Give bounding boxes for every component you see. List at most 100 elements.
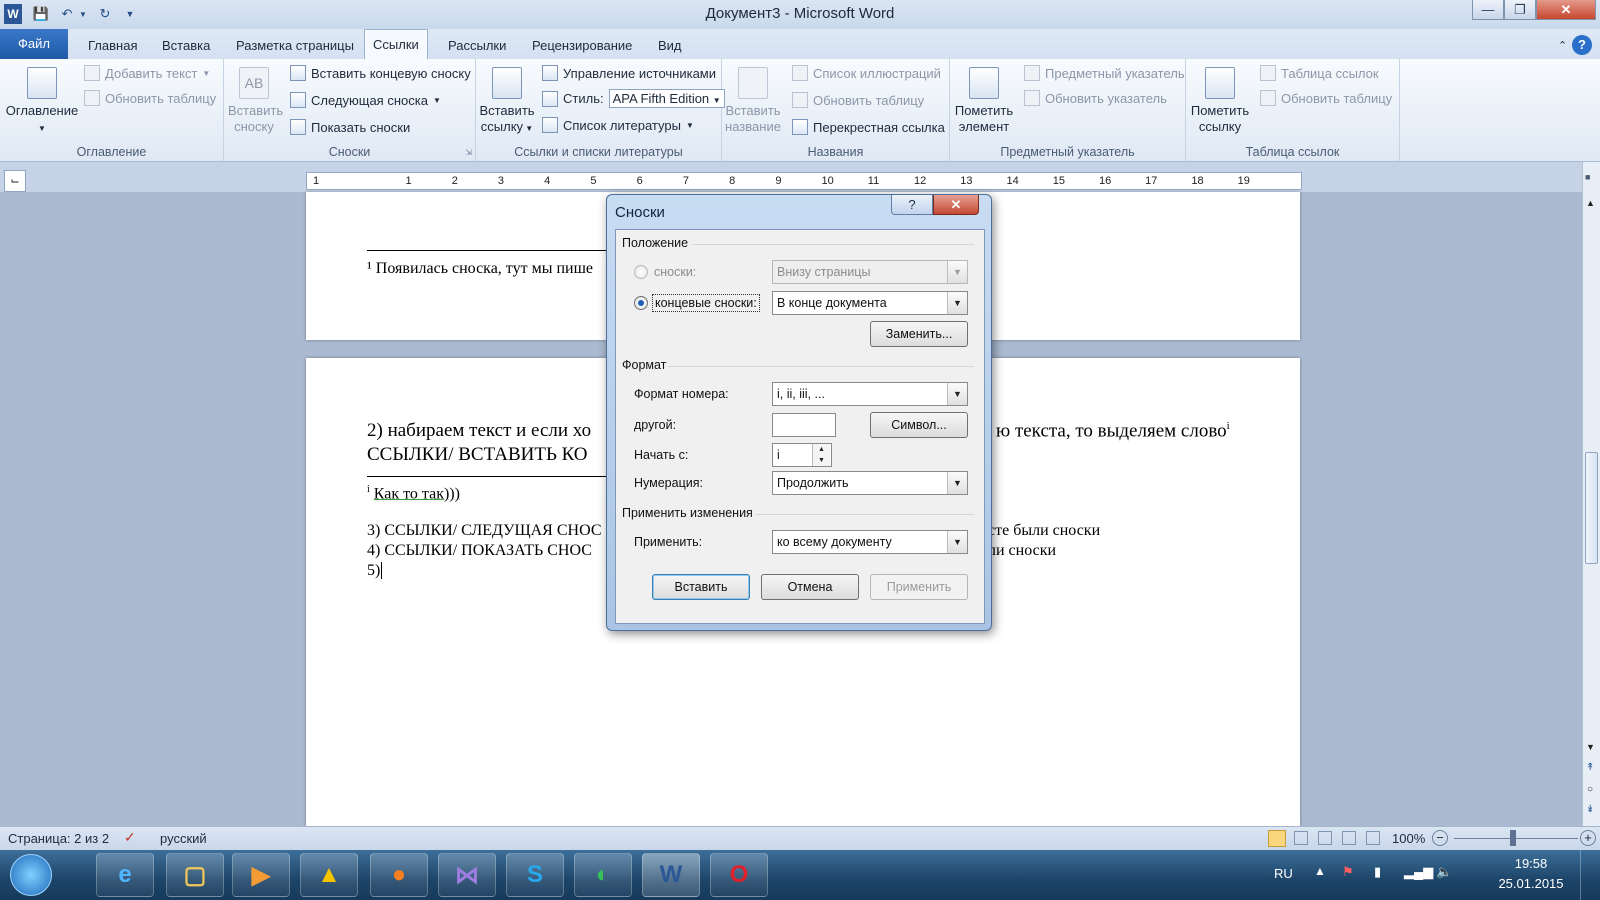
mark-citation-button[interactable]: Пометить ссылку (1190, 67, 1250, 135)
footnotes-radio[interactable] (634, 265, 648, 279)
doc-line-3[interactable]: ССЫЛКИ/ ВСТАВИТЬ КО (367, 444, 588, 466)
previous-page-icon[interactable]: ↟ (1586, 762, 1594, 773)
tab-file[interactable]: Файл (0, 29, 68, 59)
device-icon[interactable]: ▮ (1374, 864, 1381, 880)
word-taskbar-icon[interactable]: W (642, 853, 700, 897)
footnote-text[interactable]: ¹ Появилась сноска, тут мы пише (367, 260, 593, 278)
tab-review[interactable]: Рецензирование (524, 35, 640, 57)
tab-insert[interactable]: Вставка (154, 35, 218, 57)
input-language[interactable]: RU (1274, 866, 1293, 881)
statistics-app-icon[interactable]: ◐ (574, 853, 632, 897)
manage-sources-button[interactable]: Управление источниками (542, 65, 716, 81)
volume-icon[interactable]: 🔈 (1436, 864, 1452, 880)
update-figures-button[interactable]: Обновить таблицу (792, 92, 924, 108)
tab-view[interactable]: Вид (650, 35, 690, 57)
action-center-icon[interactable]: ⚑ (1342, 864, 1354, 880)
zoom-in-icon[interactable]: + (1580, 830, 1596, 846)
numbering-select[interactable]: Продолжить ▼ (772, 471, 968, 495)
update-toa-button[interactable]: Обновить таблицу (1260, 90, 1392, 106)
add-text-button[interactable]: Добавить текст ▼ (84, 65, 210, 81)
footnotes-dialog-launcher-icon[interactable]: ⇲ (465, 148, 472, 157)
insert-caption-button[interactable]: Вставить название (724, 67, 782, 135)
full-screen-view-icon[interactable] (1294, 831, 1308, 845)
doc-line-2a[interactable]: 2) набираем текст и если хо (367, 420, 591, 442)
style-dropdown[interactable]: APA Fifth Edition ▼ (608, 89, 725, 108)
footnotes-position-select[interactable]: Внизу страницы ▼ (772, 260, 968, 284)
doc-line-4a[interactable]: 3) ССЫЛКИ/ СЛЕДУЩАЯ СНОС (367, 522, 602, 540)
doc-line-6[interactable]: 5) (367, 562, 387, 580)
insert-citation-button[interactable]: Вставить ссылку ▼ (478, 67, 536, 137)
apply-button[interactable]: Применить (870, 574, 968, 600)
help-icon[interactable]: ? (1572, 35, 1592, 55)
language-indicator[interactable]: русский (160, 831, 207, 846)
skype-icon[interactable]: S (506, 853, 564, 897)
custom-mark-input[interactable] (772, 413, 836, 437)
web-layout-view-icon[interactable] (1318, 831, 1332, 845)
ruler-toggle-icon[interactable]: ■ (1585, 172, 1590, 182)
zoom-slider[interactable] (1454, 838, 1578, 839)
app-triangle-icon[interactable]: ▲ (300, 853, 358, 897)
start-at-spinner[interactable]: ▲ ▼ (812, 444, 830, 466)
tab-references[interactable]: Ссылки (364, 29, 428, 60)
show-notes-button[interactable]: Показать сноски (290, 119, 410, 135)
print-layout-view-icon[interactable] (1268, 830, 1286, 847)
firefox-icon[interactable]: ● (370, 853, 428, 897)
doc-line-4b[interactable]: сте были сноски (988, 522, 1100, 540)
insert-toa-button[interactable]: Таблица ссылок (1260, 65, 1379, 81)
insert-footnote-button[interactable]: AB Вставить сноску (228, 67, 283, 135)
replace-button[interactable]: Заменить... (870, 321, 968, 347)
draft-view-icon[interactable] (1366, 831, 1380, 845)
scroll-up-icon[interactable]: ▲ (1586, 198, 1595, 208)
show-hidden-icons-icon[interactable]: ▲ (1314, 864, 1326, 878)
insert-index-button[interactable]: Предметный указатель (1024, 65, 1185, 81)
scroll-down-icon[interactable]: ▼ (1586, 742, 1595, 752)
insert-endnote-button[interactable]: Вставить концевую сноску (290, 65, 471, 81)
insert-button[interactable]: Вставить (652, 574, 750, 600)
opera-icon[interactable]: O (710, 853, 768, 897)
spin-down-icon[interactable]: ▼ (813, 455, 830, 466)
zoom-slider-thumb[interactable] (1510, 830, 1516, 846)
clock-time[interactable]: 19:58 (1494, 856, 1568, 871)
scroll-thumb[interactable] (1585, 452, 1598, 564)
proofing-icon[interactable]: ✓ (124, 829, 136, 846)
restore-button[interactable]: ❐ (1504, 0, 1536, 20)
horizontal-ruler[interactable]: 1 1 2 3 4 5 6 7 8 9 10 11 12 13 14 15 16 17 18 19 (306, 172, 1302, 190)
zoom-level[interactable]: 100% (1392, 831, 1425, 846)
endnotes-position-select[interactable]: В конце документа ▼ (772, 291, 968, 315)
minimize-button[interactable]: — (1472, 0, 1504, 20)
browse-object-icon[interactable]: ○ (1587, 784, 1593, 795)
update-toc-button[interactable]: Обновить таблицу (84, 90, 216, 106)
internet-explorer-icon[interactable]: e (96, 853, 154, 897)
start-button[interactable] (10, 854, 52, 896)
doc-line-2b[interactable]: ю текста, то выделяем словоi (996, 420, 1230, 442)
page-count[interactable]: Страница: 2 из 2 (8, 831, 109, 846)
cancel-button[interactable]: Отмена (761, 574, 859, 600)
dialog-close-button[interactable]: ✕ (933, 195, 979, 215)
visual-studio-icon[interactable]: ⋈ (438, 853, 496, 897)
tab-selector-icon[interactable]: ⌙ (4, 170, 26, 192)
clock-date[interactable]: 25.01.2015 (1494, 876, 1568, 891)
toc-button[interactable]: Оглавление ▼ (4, 67, 80, 137)
spin-up-icon[interactable]: ▲ (813, 444, 830, 455)
zoom-out-icon[interactable]: − (1432, 830, 1448, 846)
update-index-button[interactable]: Обновить указатель (1024, 90, 1167, 106)
next-page-icon[interactable]: ↡ (1586, 804, 1594, 815)
number-format-select[interactable]: i, ii, iii, ... ▼ (772, 382, 968, 406)
table-of-figures-button[interactable]: Список иллюстраций (792, 65, 941, 81)
media-player-icon[interactable]: ▶ (232, 853, 290, 897)
cross-reference-button[interactable]: Перекрестная ссылка (792, 119, 945, 135)
mark-entry-button[interactable]: Пометить элемент (954, 67, 1014, 135)
file-explorer-icon[interactable]: ▢ (166, 853, 224, 897)
close-window-button[interactable]: ✕ (1536, 0, 1596, 20)
endnote-text[interactable]: i Как то так))) (367, 484, 460, 503)
tab-mailings[interactable]: Рассылки (440, 35, 514, 57)
network-icon[interactable]: ▂▄▆ (1404, 864, 1433, 880)
endnotes-radio[interactable] (634, 296, 648, 310)
next-footnote-button[interactable]: Следующая сноска ▼ (290, 92, 441, 108)
bibliography-button[interactable]: Список литературы ▼ (542, 117, 694, 133)
show-desktop-button[interactable] (1580, 850, 1598, 900)
outline-view-icon[interactable] (1342, 831, 1356, 845)
doc-line-5b[interactable]: ли сноски (988, 542, 1056, 560)
dialog-help-button[interactable]: ? (891, 195, 933, 215)
tab-page-layout[interactable]: Разметка страницы (228, 35, 362, 57)
